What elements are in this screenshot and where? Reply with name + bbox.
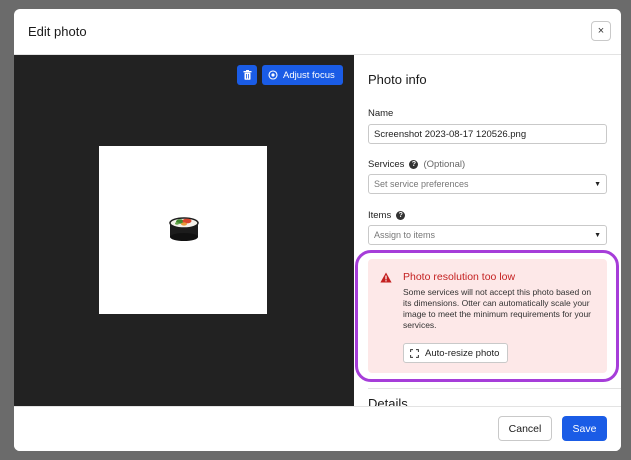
auto-resize-label: Auto-resize photo — [425, 347, 500, 359]
delete-photo-button[interactable] — [237, 65, 257, 85]
name-label: Name — [368, 108, 393, 119]
name-label-text: Name — [368, 108, 394, 119]
resize-icon — [410, 348, 419, 358]
trash-icon — [243, 70, 251, 80]
photo-info-title: Photo info — [368, 72, 427, 87]
auto-resize-button[interactable]: Auto-resize photo — [403, 343, 508, 363]
save-button[interactable]: Save — [562, 416, 607, 441]
warning-title: Photo resolution too low — [403, 271, 516, 283]
warning-icon — [380, 272, 392, 283]
services-label: Services ? (Optional) — [368, 159, 465, 170]
photo-image — [99, 146, 267, 314]
edit-photo-modal: Edit photo × Adjust focus Photo info Nam… — [14, 9, 621, 451]
adjust-focus-button[interactable]: Adjust focus — [262, 65, 343, 85]
chevron-down-icon: ▼ — [594, 180, 601, 188]
services-label-text: Services — [368, 159, 405, 170]
services-select-placeholder: Set service preferences — [374, 179, 469, 189]
section-divider — [368, 388, 621, 389]
services-select[interactable]: Set service preferences ▼ — [368, 174, 607, 194]
close-icon: × — [597, 25, 605, 37]
items-select[interactable]: Assign to items ▼ — [368, 225, 607, 245]
cancel-button[interactable]: Cancel — [498, 416, 552, 441]
close-button[interactable]: × — [591, 21, 611, 41]
warning-message: Some services will not accept this photo… — [403, 287, 592, 330]
chevron-down-icon: ▼ — [594, 231, 601, 239]
services-help-icon[interactable]: ? — [409, 160, 419, 169]
name-input[interactable]: Screenshot 2023-08-17 120526.png — [368, 124, 607, 144]
services-optional-text: (Optional) — [423, 159, 466, 170]
items-select-placeholder: Assign to items — [374, 230, 436, 240]
details-heading: Details — [368, 396, 408, 406]
modal-header: Edit photo × — [14, 9, 621, 55]
items-help-icon[interactable]: ? — [396, 211, 406, 220]
items-label-text: Items — [368, 210, 392, 221]
save-label: Save — [572, 422, 597, 435]
items-label: Items ? — [368, 210, 406, 221]
sushi-image — [169, 217, 199, 241]
modal-footer: Cancel Save — [14, 406, 621, 451]
name-input-value: Screenshot 2023-08-17 120526.png — [374, 128, 527, 140]
modal-title: Edit photo — [28, 24, 87, 39]
resolution-warning: Photo resolution too low Some services w… — [368, 259, 607, 373]
photo-info-panel: Photo info Name Screenshot 2023-08-17 12… — [354, 55, 621, 406]
cancel-label: Cancel — [508, 422, 542, 435]
target-icon — [268, 70, 278, 80]
adjust-focus-label: Adjust focus — [283, 69, 335, 81]
photo-preview: Adjust focus — [14, 55, 354, 406]
